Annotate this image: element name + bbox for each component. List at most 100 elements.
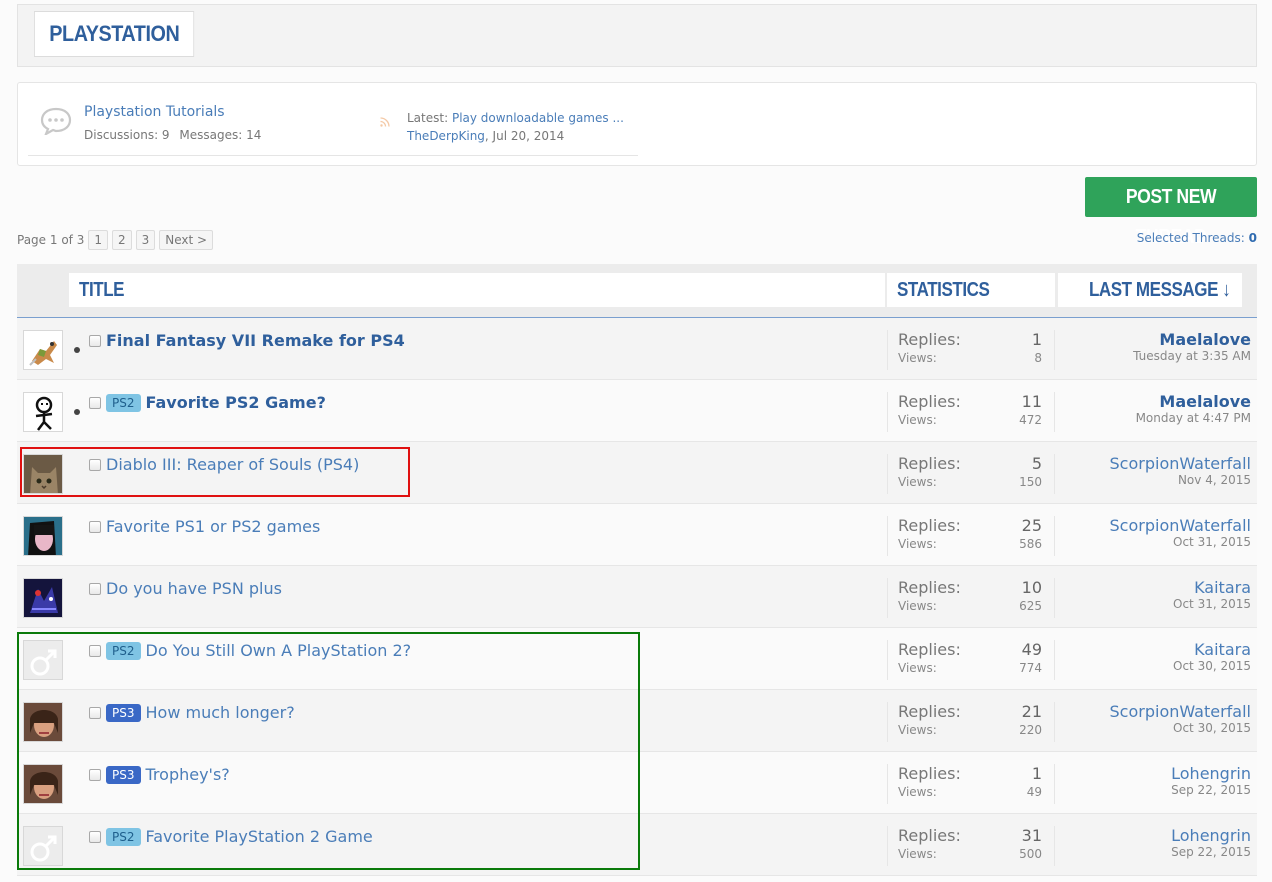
thread-select-checkbox[interactable] — [89, 583, 101, 595]
last-post-date[interactable]: Monday at 4:47 PM — [1136, 411, 1251, 425]
last-post-date[interactable]: Tuesday at 3:35 AM — [1133, 349, 1251, 363]
replies-label: Replies: — [898, 764, 961, 783]
views-count: 150 — [1019, 475, 1042, 489]
thread-title: Favorite PlayStation 2 Game — [145, 827, 373, 846]
avatar[interactable] — [23, 454, 63, 494]
last-poster-link[interactable]: Lohengrin — [1171, 764, 1251, 783]
thread-select-checkbox[interactable] — [89, 645, 101, 657]
last-post-date[interactable]: Oct 31, 2015 — [1110, 535, 1251, 549]
sort-by-statistics[interactable]: STATISTICS — [887, 273, 1055, 307]
avatar[interactable] — [23, 392, 63, 432]
thread-select-checkbox[interactable] — [89, 707, 101, 719]
replies-label: Replies: — [898, 578, 961, 597]
last-post-date[interactable]: Oct 30, 2015 — [1173, 659, 1251, 673]
replies-count: 5 — [1031, 454, 1042, 473]
prefix-badge[interactable]: PS2 — [106, 393, 141, 412]
thread-select-checkbox[interactable] — [89, 521, 101, 533]
avatar[interactable] — [23, 764, 63, 804]
subforum-title-link[interactable]: Playstation Tutorials — [84, 104, 225, 120]
last-message-column-label: LAST MESSAGE ↓ — [1088, 279, 1231, 301]
views-count: 472 — [1019, 413, 1042, 427]
last-poster-link[interactable]: Maelalove — [1133, 330, 1251, 349]
statistics-column-label: STATISTICS — [897, 279, 990, 301]
page-2-button[interactable]: 2 — [111, 230, 132, 250]
last-poster-link[interactable]: Kaitara — [1173, 640, 1251, 659]
thread-row: PS3 Trophey's? Replies: 1 Views: 49 Loheng… — [17, 752, 1257, 814]
thread-title-link[interactable]: Do you have PSN plus — [106, 579, 282, 598]
avatar[interactable] — [23, 826, 63, 866]
thread-row: PS2 Favorite PS2 Game? Replies: 11 Views:… — [17, 380, 1257, 442]
thread-title-link[interactable]: PS2 Favorite PS2 Game? — [106, 393, 326, 412]
replies-count: 10 — [1021, 578, 1042, 597]
thread-select-checkbox[interactable] — [89, 335, 101, 347]
thread-title-link[interactable]: Favorite PS1 or PS2 games — [106, 517, 320, 536]
prefix-badge[interactable]: PS3 — [106, 703, 141, 722]
last-post-date[interactable]: Oct 30, 2015 — [1110, 721, 1251, 735]
last-post-date[interactable]: Oct 31, 2015 — [1173, 597, 1251, 611]
thread-stats: Replies: 11 Views: 472 — [887, 392, 1055, 432]
last-poster-link[interactable]: Kaitara — [1173, 578, 1251, 597]
messages-count: Messages: 14 — [179, 128, 262, 142]
post-new-thread-button[interactable]: POST NEW THREAD — [1085, 177, 1257, 248]
thread-title-link[interactable]: PS3 Trophey's? — [106, 765, 230, 784]
last-message: Lohengrin Sep 22, 2015 — [1171, 764, 1251, 797]
thread-stats: Replies: 21 Views: 220 — [887, 702, 1055, 742]
thread-title-link[interactable]: PS2 Favorite PlayStation 2 Game — [106, 827, 373, 846]
views-label: Views: — [898, 413, 937, 427]
thread-title-link[interactable]: PS2 Do You Still Own A PlayStation 2? — [106, 641, 411, 660]
last-post-date[interactable]: Sep 22, 2015 — [1171, 845, 1251, 859]
selected-threads-link[interactable]: Selected Threads: 0 — [1137, 231, 1257, 245]
latest-date: , Jul 20, 2014 — [484, 129, 565, 143]
thread-title: Final Fantasy VII Remake for PS4 — [106, 331, 405, 350]
thread-title-link[interactable]: Diablo III: Reaper of Souls (PS4) — [106, 455, 359, 474]
thread-stats: Replies: 25 Views: 586 — [887, 516, 1055, 556]
person-photo-avatar-icon — [24, 517, 62, 555]
prefix-badge[interactable]: PS2 — [106, 641, 141, 660]
last-poster-link[interactable]: Maelalove — [1136, 392, 1251, 411]
thread-select-checkbox[interactable] — [89, 831, 101, 843]
avatar[interactable] — [23, 516, 63, 556]
thread-title-link[interactable]: PS3 How much longer? — [106, 703, 295, 722]
prefix-badge[interactable]: PS3 — [106, 765, 141, 784]
views-count: 586 — [1019, 537, 1042, 551]
title-bar: PLAYSTATION — [17, 4, 1257, 67]
rss-icon[interactable] — [380, 117, 390, 127]
avatar[interactable] — [23, 640, 63, 680]
speech-bubble-icon — [40, 107, 72, 135]
thread-select-checkbox[interactable] — [89, 397, 101, 409]
last-poster-link[interactable]: Lohengrin — [1171, 826, 1251, 845]
views-label: Views: — [898, 847, 937, 861]
avatar[interactable] — [23, 330, 63, 370]
thread-title: Do You Still Own A PlayStation 2? — [145, 641, 412, 660]
post-new-thread-label: POST NEW THREAD — [1125, 186, 1217, 248]
last-post-date[interactable]: Nov 4, 2015 — [1110, 473, 1251, 487]
thread-stats: Replies: 31 Views: 500 — [887, 826, 1055, 866]
thread-title: Trophey's? — [145, 765, 230, 784]
sort-by-last-message[interactable]: LAST MESSAGE ↓ — [1058, 273, 1242, 307]
last-poster-link[interactable]: ScorpionWaterfall — [1110, 454, 1251, 473]
page-3-button[interactable]: 3 — [135, 230, 156, 250]
subforum-box: Playstation Tutorials Discussions: 9 Mes… — [17, 82, 1257, 166]
last-poster-link[interactable]: ScorpionWaterfall — [1110, 516, 1251, 535]
last-post-date[interactable]: Sep 22, 2015 — [1171, 783, 1251, 797]
replies-label: Replies: — [898, 454, 961, 473]
sort-by-title[interactable]: TITLE — [69, 273, 885, 307]
thread-title: How much longer? — [145, 703, 295, 722]
page-1-button[interactable]: 1 — [88, 230, 108, 250]
thread-title-link[interactable]: Final Fantasy VII Remake for PS4 — [106, 331, 405, 350]
replies-label: Replies: — [898, 392, 961, 411]
avatar[interactable] — [23, 578, 63, 618]
views-label: Views: — [898, 723, 937, 737]
dark-artwork-avatar-icon — [24, 579, 62, 617]
thread-select-checkbox[interactable] — [89, 769, 101, 781]
default-male-avatar-icon — [24, 641, 62, 679]
latest-user-link[interactable]: TheDerpKing — [407, 129, 485, 143]
last-message: Kaitara Oct 30, 2015 — [1173, 640, 1251, 673]
next-page-button[interactable]: Next > — [159, 230, 214, 250]
prefix-badge[interactable]: PS2 — [106, 827, 141, 846]
latest-thread-link[interactable]: Play downloadable games ... — [452, 111, 624, 125]
selected-threads-count: 0 — [1248, 231, 1257, 245]
thread-select-checkbox[interactable] — [89, 459, 101, 471]
avatar[interactable] — [23, 702, 63, 742]
last-poster-link[interactable]: ScorpionWaterfall — [1110, 702, 1251, 721]
